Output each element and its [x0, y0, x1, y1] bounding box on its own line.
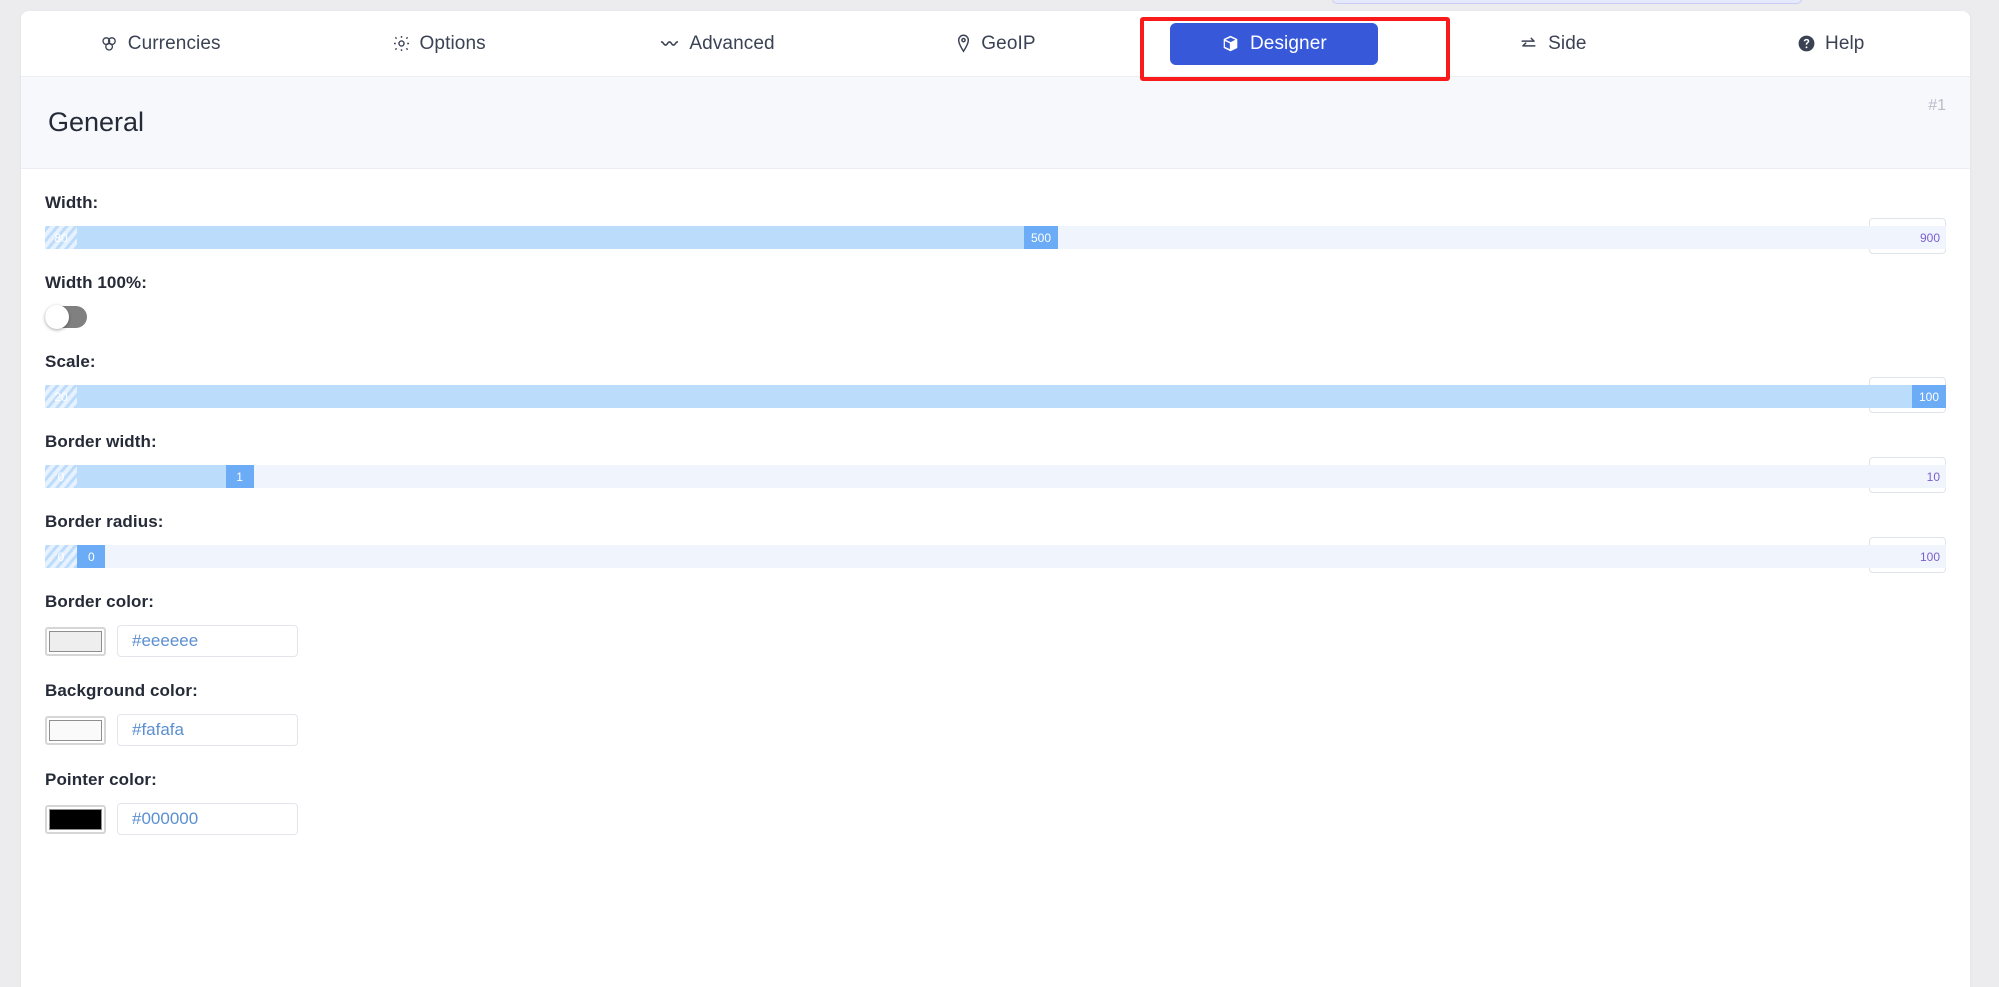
section-number: #1	[1928, 97, 1946, 114]
width-slider-handle[interactable]: 500	[1024, 226, 1059, 249]
toggle-knob	[45, 305, 69, 329]
app-root: Currencies Options Advanced GeoIP Design…	[0, 0, 1999, 987]
border-width-slider-handle[interactable]: 1	[225, 465, 254, 488]
tab-geoip-label: GeoIP	[981, 32, 1036, 54]
tab-geoip[interactable]: GeoIP	[856, 11, 1134, 76]
background-color-swatch-fill	[49, 719, 102, 741]
field-width-100-label: Width 100%:	[45, 273, 148, 292]
cube-icon	[1221, 34, 1240, 53]
tab-designer[interactable]: Designer	[1135, 11, 1413, 76]
field-width-row: 80 500 900	[45, 218, 1946, 254]
field-border-radius: Border radius: 0 0 100	[45, 488, 1946, 573]
currencies-icon	[100, 34, 119, 53]
field-border-width-row: 0 1 10	[45, 457, 1946, 493]
tab-options[interactable]: Options	[299, 11, 577, 76]
field-border-width: Border width: 0 1 10	[45, 408, 1946, 493]
clipped-top-element	[1332, 0, 1802, 4]
swap-arrows-icon	[1518, 34, 1539, 53]
tab-advanced[interactable]: Advanced	[578, 11, 856, 76]
scale-slider-min: 20	[45, 385, 77, 408]
tab-options-label: Options	[419, 32, 486, 54]
scale-slider-fill	[45, 385, 1946, 408]
field-scale-row: 20 100	[45, 377, 1946, 413]
border-radius-slider-max: 100	[1919, 549, 1940, 564]
field-border-color: Border color:	[45, 568, 1946, 657]
field-background-color-label: Background color:	[45, 681, 198, 700]
border-color-swatch-fill	[49, 630, 102, 652]
pointer-color-swatch[interactable]	[45, 804, 106, 834]
tab-designer-button[interactable]: Designer	[1169, 22, 1378, 65]
field-border-radius-row: 0 0 100	[45, 537, 1946, 573]
page-title: General	[48, 107, 145, 137]
border-width-slider-max: 10	[1926, 469, 1940, 484]
tab-designer-label: Designer	[1249, 32, 1327, 54]
field-width: Width: 80 500 900	[45, 169, 1946, 254]
border-color-hex-input[interactable]	[117, 625, 298, 657]
border-color-swatch[interactable]	[45, 626, 106, 656]
width-slider-min: 80	[45, 226, 77, 249]
help-circle-icon	[1797, 34, 1816, 53]
tab-side[interactable]: Side	[1413, 11, 1691, 76]
tab-currencies[interactable]: Currencies	[21, 11, 299, 76]
border-radius-slider-min: 0	[45, 545, 77, 568]
scale-slider-handle[interactable]: 100	[1911, 385, 1946, 408]
pointer-color-row	[45, 803, 1946, 835]
tab-help[interactable]: Help	[1692, 11, 1970, 76]
width-slider[interactable]: 80 500 900	[45, 226, 1946, 249]
background-color-hex-input[interactable]	[117, 714, 298, 746]
field-pointer-color: Pointer color:	[45, 746, 1946, 835]
pointer-color-hex-input[interactable]	[117, 803, 298, 835]
width-slider-fill	[45, 226, 1024, 249]
field-scale-label: Scale:	[45, 352, 96, 371]
field-width-100: Width 100%:	[45, 249, 1946, 329]
section-header: General #1	[21, 77, 1970, 169]
border-width-slider[interactable]: 0 1 10	[45, 465, 1946, 488]
settings-body: Width: 80 500 900 Width 100%:	[21, 169, 1970, 835]
border-width-slider-min: 0	[45, 465, 77, 488]
background-color-row	[45, 714, 1946, 746]
field-width-label: Width:	[45, 193, 99, 212]
map-pin-icon	[955, 34, 972, 53]
tab-currencies-label: Currencies	[127, 32, 221, 54]
scale-slider[interactable]: 20 100	[45, 385, 1946, 408]
field-background-color: Background color:	[45, 657, 1946, 746]
wave-icon	[659, 34, 680, 53]
field-pointer-color-label: Pointer color:	[45, 770, 157, 789]
main-tabbar: Currencies Options Advanced GeoIP Design…	[21, 11, 1970, 81]
field-border-width-label: Border width:	[45, 432, 157, 451]
gear-icon	[392, 34, 411, 53]
field-border-radius-label: Border radius:	[45, 512, 164, 531]
background-color-swatch[interactable]	[45, 715, 106, 745]
field-border-color-label: Border color:	[45, 592, 154, 611]
tab-advanced-label: Advanced	[689, 32, 775, 54]
designer-panel: Currencies Options Advanced GeoIP Design…	[21, 11, 1970, 987]
tab-help-label: Help	[1825, 32, 1865, 54]
border-radius-slider[interactable]: 0 0 100	[45, 545, 1946, 568]
tab-side-label: Side	[1548, 32, 1587, 54]
border-radius-slider-handle[interactable]: 0	[77, 545, 106, 568]
border-color-row	[45, 625, 1946, 657]
pointer-color-swatch-fill	[49, 808, 102, 830]
width-slider-max: 900	[1919, 230, 1940, 245]
field-scale: Scale: 20 100	[45, 328, 1946, 413]
width-100-toggle[interactable]	[45, 305, 87, 329]
